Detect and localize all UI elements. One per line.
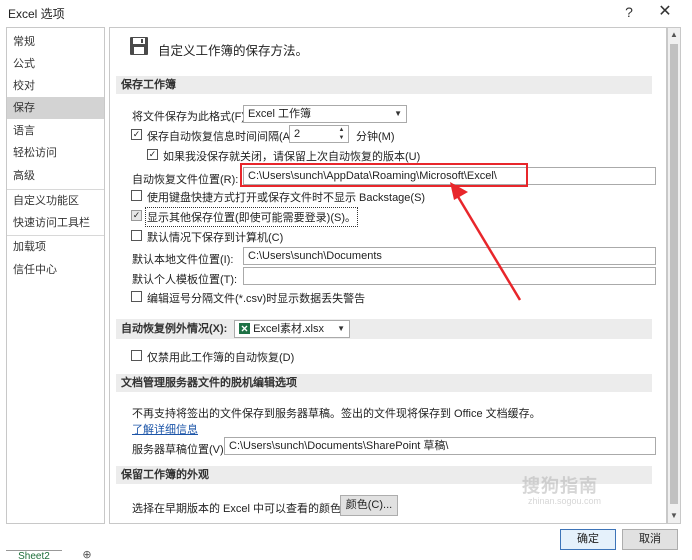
default-local-location-label: 默认本地文件位置(I): [132, 254, 234, 266]
sidebar-item-save[interactable]: 保存 [7, 97, 104, 119]
show-other-locations-checkbox[interactable] [131, 210, 142, 221]
scroll-thumb[interactable] [670, 44, 678, 504]
autorecover-interval-value: 2 [294, 128, 301, 140]
default-local-location-value: C:\Users\sunch\Documents [248, 250, 382, 262]
scroll-up-icon[interactable]: ▲ [668, 28, 680, 42]
help-button[interactable]: ? [618, 2, 640, 22]
save-options-panel: 自定义工作簿的保存方法。 保存工作簿 将文件保存为此格式(F): Excel 工… [109, 27, 667, 524]
title-bar: Excel 选项 ? ✕ [0, 0, 692, 26]
window-title: Excel 选项 [8, 7, 65, 21]
scroll-down-icon[interactable]: ▼ [668, 509, 680, 523]
disable-autorecover-checkbox[interactable] [131, 350, 142, 361]
sheet-tab[interactable]: Sheet2 [6, 550, 62, 560]
keep-last-version-checkbox[interactable] [147, 149, 158, 160]
autorecover-checkbox[interactable] [131, 129, 142, 140]
section-header-autorecover-exceptions: 自动恢复例外情况(X): [116, 319, 652, 339]
cancel-button[interactable]: 取消 [622, 529, 678, 550]
minutes-label: 分钟(M) [356, 131, 395, 143]
server-drafts-value: C:\Users\sunch\Documents\SharePoint 草稿\ [229, 440, 449, 452]
sidebar-item-accessibility[interactable]: 轻松访问 [7, 142, 104, 164]
csv-warning-checkbox[interactable] [131, 291, 142, 302]
autorecover-interval-stepper[interactable]: 2 ▲ ▼ [289, 125, 349, 143]
save-icon [130, 37, 148, 55]
watermark-logo: 搜狗指南 [522, 476, 598, 496]
close-button[interactable]: ✕ [654, 2, 676, 22]
sidebar-item-add-ins[interactable]: 加载项 [7, 236, 104, 258]
sidebar-item-formulas[interactable]: 公式 [7, 53, 104, 75]
save-format-dropdown[interactable]: Excel 工作簿 ▼ [243, 105, 407, 123]
sidebar-item-language[interactable]: 语言 [7, 120, 104, 142]
page-description: 自定义工作簿的保存方法。 [158, 44, 309, 58]
sidebar-item-customize-ribbon[interactable]: 自定义功能区 [7, 190, 104, 212]
annotation-arrow [450, 182, 522, 301]
offline-notice-text: 不再支持将签出的文件保存到服务器草稿。签出的文件现将保存到 Office 文档缓… [132, 408, 541, 420]
spin-arrows-icon[interactable]: ▲ ▼ [337, 126, 346, 142]
excel-file-icon [239, 323, 250, 334]
sidebar-item-proofing[interactable]: 校对 [7, 75, 104, 97]
show-other-locations-label: 显示其他保存位置(即使可能需要登录)(S)。 [145, 207, 358, 227]
add-sheet-icon[interactable]: ⊕ [80, 550, 94, 560]
autorecover-workbook-value: Excel素材.xlsx [253, 323, 324, 335]
save-to-computer-label: 默认情况下保存到计算机(C) [147, 232, 284, 244]
options-sidebar: 常规 公式 校对 保存 语言 轻松访问 高级 自定义功能区 快速访问工具栏 加载… [6, 27, 105, 524]
disable-autorecover-label: 仅禁用此工作簿的自动恢复(D) [147, 352, 295, 364]
sidebar-item-general[interactable]: 常规 [7, 31, 104, 53]
server-drafts-label: 服务器草稿位置(V): [132, 444, 227, 456]
section-header-save-workbooks: 保存工作簿 [116, 76, 652, 94]
chevron-down-icon: ▼ [394, 109, 402, 118]
save-format-label: 将文件保存为此格式(F): [132, 111, 249, 123]
default-template-location-label: 默认个人模板位置(T): [132, 274, 238, 286]
vertical-scrollbar[interactable]: ▲ ▼ [667, 27, 681, 524]
sidebar-item-trust-center[interactable]: 信任中心 [7, 259, 104, 281]
save-format-value: Excel 工作簿 [248, 108, 311, 120]
keep-last-version-label: 如果我没保存就关闭，请保留上次自动恢复的版本(U) [163, 151, 421, 163]
watermark-url: zhinan.sogou.com [528, 496, 602, 506]
autorecover-workbook-dropdown[interactable]: Excel素材.xlsx ▼ [234, 320, 350, 338]
sidebar-item-quick-access-toolbar[interactable]: 快速访问工具栏 [7, 212, 104, 234]
chevron-down-icon: ▼ [337, 324, 345, 333]
dialog-footer: 确定 取消 Sheet2 ⊕ [0, 527, 692, 560]
learn-more-link[interactable]: 了解详细信息 [132, 421, 198, 437]
autorecover-location-label: 自动恢复文件位置(R): [132, 174, 239, 186]
server-drafts-input[interactable]: C:\Users\sunch\Documents\SharePoint 草稿\ [224, 437, 656, 455]
no-backstage-label: 使用键盘快捷方式打开或保存文件时不显示 Backstage(S) [147, 192, 426, 204]
no-backstage-checkbox[interactable] [131, 190, 142, 201]
section-header-offline-editing: 文档管理服务器文件的脱机编辑选项 [116, 374, 652, 392]
colors-button[interactable]: 颜色(C)... [340, 495, 398, 516]
autorecover-label: 保存自动恢复信息时间间隔(A) [147, 131, 294, 143]
sidebar-item-advanced[interactable]: 高级 [7, 165, 104, 187]
csv-warning-label: 编辑逗号分隔文件(*.csv)时显示数据丢失警告 [147, 293, 366, 305]
ok-button[interactable]: 确定 [560, 529, 616, 550]
autorecover-exceptions-title: 自动恢复例外情况(X): [121, 323, 228, 335]
colors-label: 选择在早期版本的 Excel 中可以查看的颜色: [132, 503, 345, 515]
save-to-computer-checkbox[interactable] [131, 230, 142, 241]
